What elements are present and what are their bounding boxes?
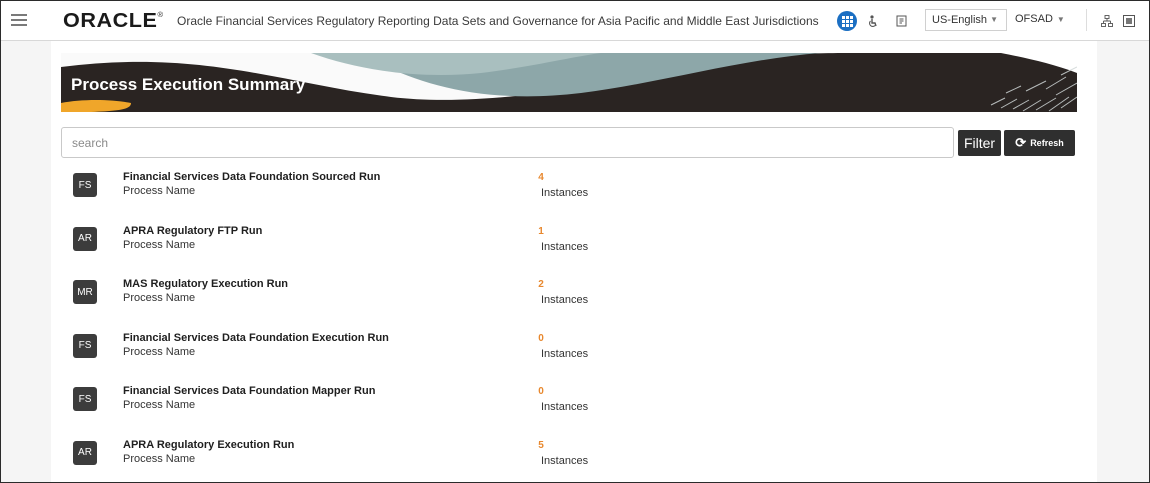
process-name-label: Process Name [123,345,196,358]
refresh-label: Refresh [1030,138,1064,148]
process-row[interactable]: FS Financial Services Data Foundation So… [51,166,1097,220]
language-select[interactable]: US-English ▼ [925,9,1007,31]
process-badge: MR [73,280,97,304]
instance-count[interactable]: 1 [531,226,551,237]
main-content: Process Execution Summary Filter ⟳Refres… [51,41,1097,483]
instance-count[interactable]: 0 [531,333,551,344]
page-title: Process Execution Summary [71,75,306,94]
process-name[interactable]: APRA Regulatory FTP Run [123,225,262,237]
process-name[interactable]: Financial Services Data Foundation Mappe… [123,385,375,397]
oracle-logo: ORACLE® [63,10,164,32]
instance-count[interactable]: 2 [531,279,551,290]
instances-label: Instances [541,347,589,360]
instances-label: Instances [541,294,589,306]
process-name[interactable]: Financial Services Data Foundation Sourc… [123,171,380,183]
instances-label: Instances [541,240,589,253]
process-row[interactable]: AR APRA Regulatory FTP Run Process Name … [51,220,1097,274]
process-row[interactable]: FS Financial Services Data Foundation Ex… [51,327,1097,381]
process-name[interactable]: MAS Regulatory Execution Run [123,278,288,290]
accessibility-icon[interactable] [865,13,881,29]
app-window: ORACLE® Oracle Financial Services Regula… [0,0,1150,483]
process-name-label: Process Name [123,185,196,197]
menu-icon[interactable] [11,14,27,28]
process-badge: FS [73,387,97,411]
instance-count[interactable]: 5 [531,440,551,451]
instances-label: Instances [541,454,589,467]
process-badge: AR [73,440,97,465]
process-name-label: Process Name [123,452,196,465]
instances-label: Instances [541,187,589,199]
process-name-label: Process Name [123,238,196,251]
top-header: ORACLE® Oracle Financial Services Regula… [1,1,1149,41]
screen-icon[interactable] [1121,13,1137,29]
process-badge: FS [73,333,97,358]
page-banner: Process Execution Summary [61,53,1077,112]
process-row[interactable]: FS Financial Services Data Foundation Ma… [51,380,1097,434]
instance-count[interactable]: 4 [531,172,551,183]
document-icon[interactable] [893,13,909,29]
refresh-icon: ⟳ [1015,135,1027,150]
filter-button[interactable]: Filter [958,130,1001,156]
instance-count[interactable]: 0 [531,386,551,397]
app-title: Oracle Financial Services Regulatory Rep… [177,14,819,28]
process-badge: FS [73,173,97,197]
search-input[interactable] [61,127,954,158]
chevron-down-icon: ▼ [990,15,998,24]
chevron-down-icon: ▼ [1056,15,1065,24]
refresh-button[interactable]: ⟳ Refresh [1004,130,1075,156]
process-name[interactable]: APRA Regulatory Execution Run [123,439,294,451]
user-menu[interactable]: OFSAD ▼ [1015,13,1065,25]
process-name-label: Process Name [123,292,196,304]
process-name-label: Process Name [123,399,196,411]
process-list: FS Financial Services Data Foundation So… [51,166,1097,483]
process-name[interactable]: Financial Services Data Foundation Execu… [123,332,389,344]
process-row[interactable]: MR MAS Regulatory Execution Run Process … [51,273,1097,327]
header-divider [1086,9,1087,31]
applications-grid-icon[interactable] [837,11,857,31]
instances-label: Instances [541,401,589,413]
process-badge: AR [73,226,97,251]
process-row[interactable]: AR APRA Regulatory Execution Run Process… [51,434,1097,483]
hierarchy-icon[interactable] [1099,13,1115,29]
